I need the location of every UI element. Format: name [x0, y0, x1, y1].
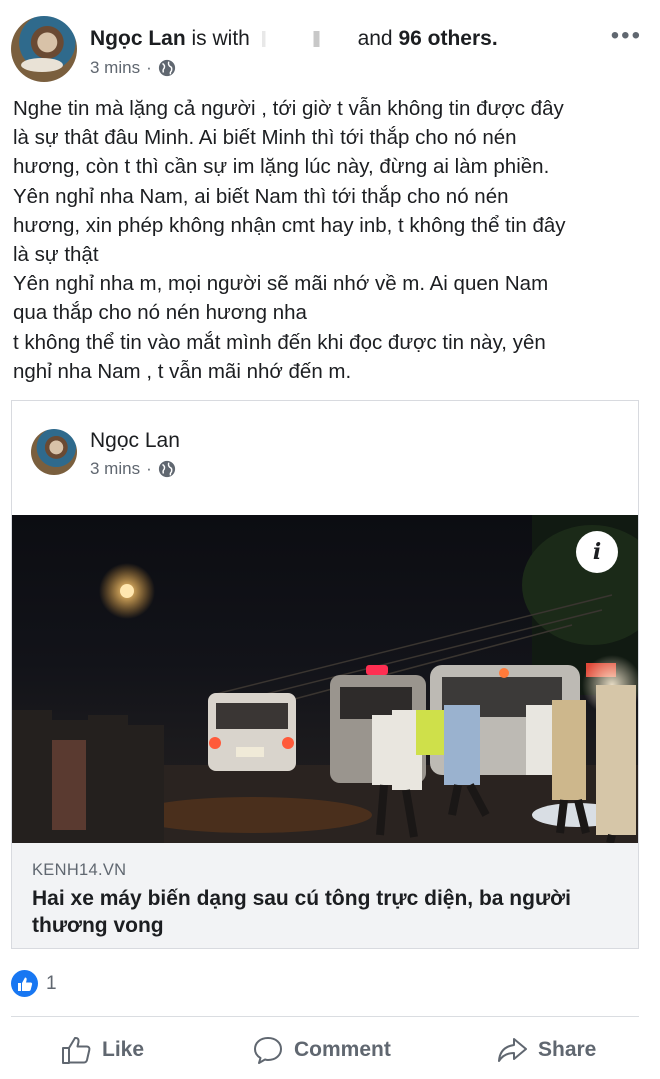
more-options-icon[interactable]: •••	[611, 22, 642, 50]
link-domain: KENH14.VN	[32, 861, 127, 879]
post-text-line: hương, còn t thì cần sự im lặng lúc này,…	[13, 155, 550, 179]
post-text-line: Nghe tin mà lặng cả người , tới giờ t vẫ…	[13, 97, 564, 120]
like-reaction-icon	[11, 970, 38, 997]
author-avatar[interactable]	[11, 16, 77, 82]
post-text-line: qua thắp cho nó nén hương nha	[13, 301, 307, 325]
shared-post-time[interactable]: 3 mins	[90, 459, 140, 479]
and-text: and	[357, 27, 393, 50]
shared-post[interactable]: Ngọc Lan 3 mins · i KENH14.VN Hai xe máy…	[11, 400, 639, 949]
meta-dot: ·	[146, 58, 152, 77]
like-button[interactable]: Like	[60, 1028, 144, 1072]
author-name[interactable]: Ngọc Lan	[90, 27, 186, 50]
link-preview-photo[interactable]: i	[12, 515, 638, 843]
post-header: Ngọc Lan is with and 96 others. 3 mins ·…	[0, 0, 660, 90]
share-label: Share	[538, 1038, 597, 1061]
shared-author-avatar[interactable]	[31, 429, 77, 475]
link-info[interactable]: KENH14.VN Hai xe máy biến dạng sau cú tô…	[12, 843, 638, 948]
comment-icon	[254, 1037, 282, 1064]
post-text-line: Yên nghỉ nha Nam, ai biết Nam thì tới th…	[13, 184, 509, 208]
meta-dot: ·	[146, 459, 152, 478]
post-time[interactable]: 3 mins	[90, 58, 140, 78]
author-line: Ngọc Lan is with and 96 others.	[90, 27, 498, 51]
post-text-line: t không thể tin vào mắt mình đến khi đọc…	[13, 330, 546, 354]
comment-label: Comment	[294, 1038, 391, 1061]
like-label: Like	[102, 1038, 145, 1061]
post-text-line: là sự thật	[13, 243, 99, 267]
shared-author-name[interactable]: Ngọc Lan	[90, 429, 180, 453]
shared-post-meta: 3 mins ·	[90, 459, 176, 479]
globe-icon	[158, 460, 175, 478]
redacted-tag	[255, 31, 352, 47]
post-actions: Like Comment Share	[0, 1028, 660, 1072]
share-icon	[498, 1038, 527, 1062]
post-meta: 3 mins ·	[90, 58, 176, 78]
post-text-line: nghỉ nha Nam , t vẫn mãi nhớ đến m.	[13, 359, 352, 383]
share-button[interactable]: Share	[496, 1028, 596, 1072]
others-link[interactable]: 96 others.	[398, 27, 497, 50]
night-street-scene	[12, 515, 638, 843]
reactions-summary[interactable]: 1	[11, 970, 57, 997]
post-text-line: Yên nghỉ nha m, mọi người sẽ mãi nhớ về …	[13, 272, 549, 296]
link-headline[interactable]: Hai xe máy biến dạng sau cú tông trực di…	[32, 885, 622, 939]
post-text: Nghe tin mà lặng cả người , tới giờ t vẫ…	[13, 94, 653, 386]
actions-divider	[11, 1016, 639, 1017]
info-icon[interactable]: i	[576, 531, 618, 573]
globe-icon	[158, 59, 175, 77]
comment-button[interactable]: Comment	[252, 1028, 391, 1072]
reaction-count: 1	[46, 972, 57, 994]
with-text: is with	[191, 27, 250, 50]
thumbs-up-icon	[62, 1036, 91, 1064]
post-text-line: hương, xin phép không nhận cmt hay inb, …	[13, 213, 566, 237]
post-text-line: là sự thât đâu Minh. Ai biết Minh thì tớ…	[13, 126, 517, 150]
